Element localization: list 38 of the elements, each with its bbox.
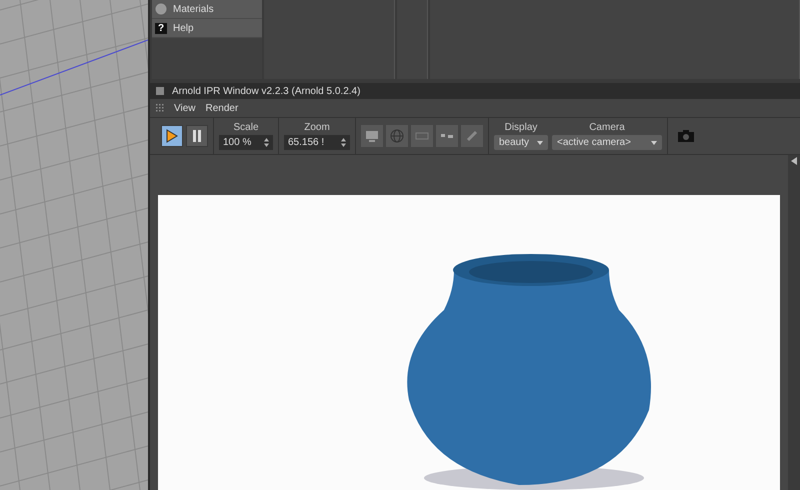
window-title: Arnold IPR Window v2.2.3 (Arnold 5.0.2.4) xyxy=(172,86,360,97)
zoom-label: Zoom xyxy=(304,122,330,134)
menu-item[interactable]: Materials xyxy=(152,0,262,19)
caret-icon xyxy=(537,140,544,145)
monitor-icon xyxy=(365,130,379,142)
sphere-icon xyxy=(155,3,167,15)
camera-dropdown[interactable]: <active camera> xyxy=(552,135,662,150)
display-dropdown[interactable]: beauty xyxy=(494,135,548,150)
window-icon xyxy=(156,87,164,96)
help-icon: ? xyxy=(155,22,167,34)
dropper-button[interactable] xyxy=(461,125,483,148)
blocks-button[interactable] xyxy=(436,125,458,148)
menu-item[interactable]: ? Help xyxy=(152,19,262,38)
scale-field[interactable]: 100 % xyxy=(219,135,273,150)
rectangle-icon xyxy=(415,132,429,140)
spinner-arrows-icon[interactable] xyxy=(341,138,346,148)
play-icon xyxy=(166,129,178,144)
spinner-arrows-icon[interactable] xyxy=(264,138,269,148)
pause-button[interactable] xyxy=(186,125,208,148)
caret-icon xyxy=(650,140,657,145)
menu[interactable]: Render xyxy=(206,102,238,114)
zoom-field[interactable]: 65.156 ! xyxy=(284,135,350,150)
menu-item-label: Help xyxy=(173,22,194,34)
display-label: Display xyxy=(504,122,538,134)
monitor-button[interactable] xyxy=(361,125,383,148)
collapse-arrow-icon[interactable] xyxy=(791,157,797,165)
play-button[interactable] xyxy=(161,125,183,148)
menu[interactable]: View xyxy=(174,102,196,114)
blocks-icon xyxy=(440,132,454,140)
globe-icon xyxy=(390,129,404,144)
pause-icon xyxy=(192,129,202,144)
camera-icon[interactable] xyxy=(678,130,694,142)
camera-label: Camera xyxy=(589,122,625,134)
menu-item-label: Materials xyxy=(173,4,214,14)
dropper-icon xyxy=(466,130,478,142)
grip-icon xyxy=(156,104,164,112)
scale-label: Scale xyxy=(233,122,258,134)
rectangle-button[interactable] xyxy=(411,125,433,148)
